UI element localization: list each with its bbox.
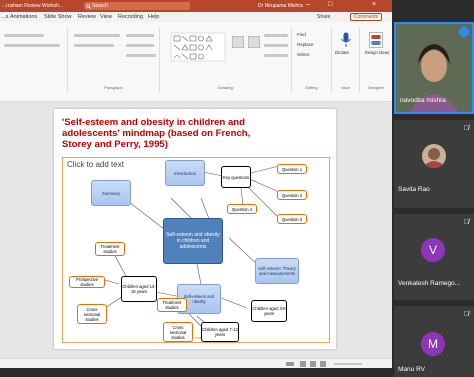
slide[interactable]: 'Self-esteem and obesity in children and… (54, 109, 336, 349)
participant-name: navodita mishra (400, 97, 446, 104)
replace-button[interactable]: Replace (297, 42, 314, 47)
editing-label: Editing (305, 85, 318, 90)
design-ideas-icon[interactable] (369, 32, 383, 48)
tab-partial[interactable]: ...s (1, 14, 8, 20)
format-controls (4, 44, 60, 47)
title-bar: ...rosham Review Worksh... Search Dr Nir… (0, 0, 392, 12)
paragraph-label: Paragraph (104, 85, 123, 90)
tab-help[interactable]: Help (148, 14, 159, 20)
avatar: M (421, 332, 445, 356)
node-key-questions[interactable]: Key questions (221, 166, 251, 188)
search-input[interactable]: Search (84, 2, 190, 10)
text-direction (126, 34, 154, 37)
participant-name: Manu RV (398, 366, 425, 373)
meeting-window: ...rosham Review Worksh... Search Dr Nir… (0, 0, 474, 377)
participant-tile[interactable]: 🎙̸ M Manu RV (394, 306, 474, 377)
node-question-2[interactable]: Question 2 (277, 190, 307, 200)
participant-tile[interactable]: 🎙̸ V Venkatesh Ramego... (394, 214, 474, 300)
shapes-gallery-icon[interactable] (170, 32, 226, 62)
mic-muted-icon: 🎙̸ (463, 311, 469, 318)
slide-title[interactable]: 'Self-esteem and obesity in children and… (62, 117, 282, 150)
node-cross-sectional-studies-2[interactable]: Cross sectional studies (163, 322, 193, 342)
tab-view[interactable]: View (100, 14, 112, 20)
participant-name: Venkatesh Ramego... (398, 280, 461, 287)
participant-tile[interactable]: 🎙̸ Savita Rao (394, 120, 474, 208)
close-icon[interactable]: × (372, 1, 376, 8)
voice-group: Dictate Voice (332, 28, 360, 92)
speaking-indicator (459, 27, 469, 37)
align-controls (74, 44, 114, 47)
shape-effects[interactable] (264, 54, 288, 57)
align-text (126, 44, 154, 47)
tab-review[interactable]: Review (78, 14, 96, 20)
node-summary[interactable]: Summary (91, 180, 131, 206)
minimize-icon[interactable]: – (306, 1, 310, 8)
tab-recording[interactable]: Recording (118, 14, 143, 20)
node-question-1[interactable]: Question 1 (277, 164, 307, 174)
tab-slide-show[interactable]: Slide Show (44, 14, 72, 20)
voice-label: Voice (340, 85, 351, 90)
designer-group: Design Ideas Designer (360, 28, 392, 92)
mic-muted-icon: 🎙̸ (463, 125, 469, 132)
design-ideas-button[interactable]: Design Ideas (363, 50, 391, 55)
user-name[interactable]: Dr Nirupama Mishra (258, 3, 303, 9)
node-central-topic[interactable]: Self-esteem and obesity in children and … (163, 218, 223, 264)
search-icon (86, 3, 91, 9)
list-controls (74, 34, 120, 37)
designer-label: Designer (367, 85, 384, 90)
convert-smartart (126, 54, 156, 57)
microphone-icon[interactable] (340, 32, 352, 48)
node-treatment-studies-2[interactable]: Treatment studies (157, 298, 187, 312)
participant-tile-speaker[interactable]: navodita mishra (394, 22, 474, 114)
shape-outline[interactable] (264, 44, 288, 47)
slide-editing-pane: 'Self-esteem and obesity in children and… (0, 102, 392, 358)
node-question-4[interactable]: Question 4 (227, 204, 257, 214)
node-children-13-18[interactable]: Children aged 13-18 years (121, 276, 157, 302)
powerpoint-window: ...rosham Review Worksh... Search Dr Nir… (0, 0, 392, 368)
node-cross-sectional-studies[interactable]: Cross sectional studies (77, 304, 107, 324)
editing-group: Find Replace Select Editing (292, 28, 332, 92)
font-controls (4, 34, 44, 37)
arrange-icon[interactable] (232, 36, 244, 48)
node-treatment-studies[interactable]: Treatment studies (95, 242, 125, 256)
participant-name: Savita Rao (398, 186, 430, 193)
node-prospective-studies[interactable]: Prospective studies (69, 276, 105, 288)
avatar: V (421, 238, 445, 262)
drawing-group: Drawing (160, 28, 292, 92)
status-bar (0, 358, 392, 368)
node-question-3[interactable]: Question 3 (277, 214, 307, 224)
document-title: ...rosham Review Worksh... (2, 3, 64, 9)
dictate-button[interactable]: Dictate (335, 50, 349, 55)
paragraph-group: Paragraph (68, 28, 160, 92)
ribbon: Paragraph Drawing Find Replace Select Ed… (0, 22, 392, 102)
shape-fill[interactable] (264, 34, 288, 37)
tab-animations[interactable]: Animations (10, 14, 37, 20)
node-theory[interactable]: Self-esteem: Theory and measurements (255, 258, 299, 284)
font-group (0, 28, 68, 92)
view-buttons-icon[interactable] (286, 360, 366, 368)
search-placeholder: Search (92, 3, 108, 9)
restore-icon[interactable]: □ (328, 1, 332, 8)
node-introduction[interactable]: Introduction (165, 160, 205, 186)
node-children-7-12[interactable]: Children aged 7-12 years (201, 322, 239, 342)
node-children-3-8[interactable]: Children aged 3-8 years (251, 300, 287, 322)
mindmap-content-box[interactable]: Click to add text Summary Introduction K… (62, 157, 330, 343)
ribbon-tabs: ...s Animations Slide Show Review View R… (0, 12, 392, 22)
drawing-label: Drawing (218, 85, 233, 90)
share-button[interactable]: Share (317, 14, 330, 20)
comments-button[interactable]: Comments (350, 13, 383, 21)
quick-styles-icon[interactable] (248, 36, 260, 48)
avatar (422, 144, 446, 168)
mic-muted-icon: 🎙̸ (463, 219, 469, 226)
select-button[interactable]: Select (297, 52, 310, 57)
find-button[interactable]: Find (297, 32, 306, 37)
